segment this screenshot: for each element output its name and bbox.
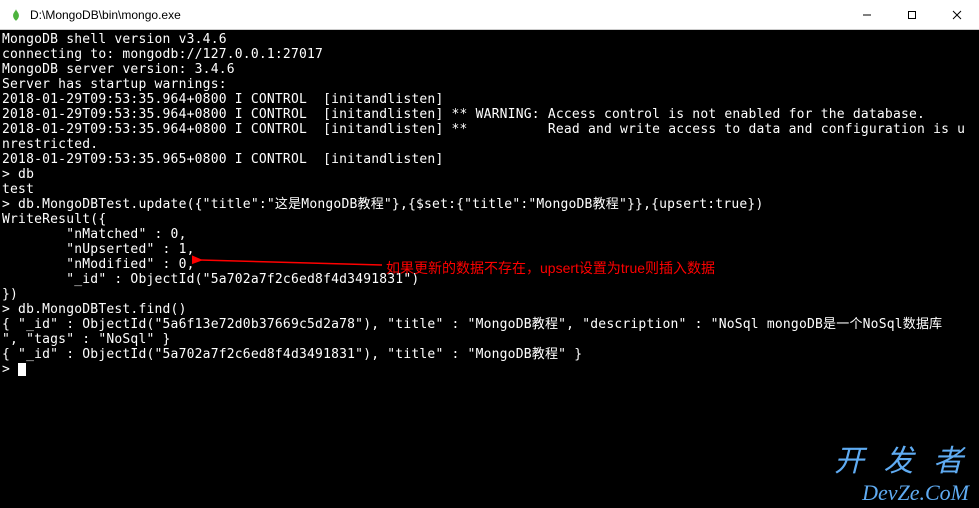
terminal-line: { "_id" : ObjectId("5a702a7f2c6ed8f4d349…	[2, 347, 977, 362]
terminal-line: test	[2, 182, 977, 197]
terminal-line: connecting to: mongodb://127.0.0.1:27017	[2, 47, 977, 62]
window-titlebar: D:\MongoDB\bin\mongo.exe	[0, 0, 979, 30]
close-button[interactable]	[934, 0, 979, 29]
terminal-line: "nMatched" : 0,	[2, 227, 977, 242]
terminal-line: nrestricted.	[2, 137, 977, 152]
terminal-line: })	[2, 287, 977, 302]
terminal-line: 2018-01-29T09:53:35.965+0800 I CONTROL […	[2, 152, 977, 167]
annotation-text: 如果更新的数据不存在，upsert设置为true则插入数据	[386, 258, 715, 278]
terminal-line: MongoDB server version: 3.4.6	[2, 62, 977, 77]
terminal-line: { "_id" : ObjectId("5a6f13e72d0b37669c5d…	[2, 317, 977, 332]
terminal-line: >	[2, 362, 977, 377]
minimize-button[interactable]	[844, 0, 889, 29]
terminal-line: ", "tags" : "NoSql" }	[2, 332, 977, 347]
watermark-line1: 开 发 者	[834, 436, 969, 480]
terminal-line: MongoDB shell version v3.4.6	[2, 32, 977, 47]
terminal-cursor	[18, 363, 26, 376]
maximize-button[interactable]	[889, 0, 934, 29]
terminal-line: WriteResult({	[2, 212, 977, 227]
terminal-line: 2018-01-29T09:53:35.964+0800 I CONTROL […	[2, 92, 977, 107]
terminal-line: "nUpserted" : 1,	[2, 242, 977, 257]
terminal-line: 2018-01-29T09:53:35.964+0800 I CONTROL […	[2, 122, 977, 137]
terminal-line: > db.MongoDBTest.find()	[2, 302, 977, 317]
watermark-line2: DevZe.CoM	[862, 480, 969, 506]
terminal-line: > db	[2, 167, 977, 182]
window-controls	[844, 0, 979, 29]
mongodb-leaf-icon	[8, 7, 24, 23]
terminal-line: Server has startup warnings:	[2, 77, 977, 92]
terminal-line: > db.MongoDBTest.update({"title":"这是Mong…	[2, 197, 977, 212]
terminal-line: 2018-01-29T09:53:35.964+0800 I CONTROL […	[2, 107, 977, 122]
window-title: D:\MongoDB\bin\mongo.exe	[30, 8, 844, 22]
